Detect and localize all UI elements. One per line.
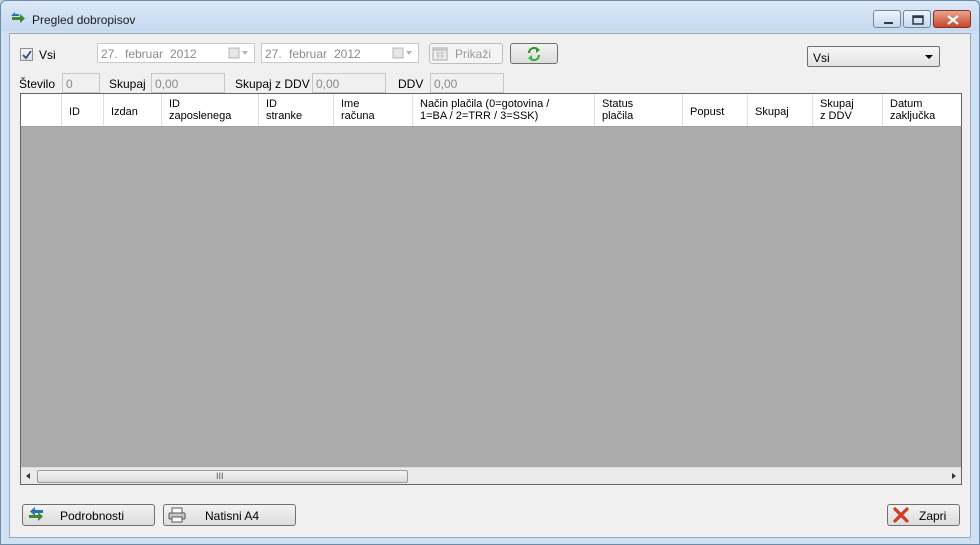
horizontal-scrollbar[interactable]: III (21, 467, 961, 484)
print-a4-button[interactable]: Natisni A4 (163, 504, 296, 526)
maximize-button[interactable] (903, 10, 931, 28)
total-vat-field: 0,00 (312, 73, 386, 93)
close-icon (947, 15, 959, 25)
details-button[interactable]: Podrobnosti (22, 504, 155, 526)
date-from-picker[interactable]: 27. februar 2012 (97, 43, 255, 63)
column-header-payment-method[interactable]: Način plačila (0=gotovina / 1=BA / 2=TRR… (413, 94, 595, 126)
date-to-year: 2012 (334, 47, 361, 61)
form-client-area: Vsi 27. februar 2012 27. februar 2012 Pr… (9, 33, 971, 538)
date-from-month: februar (125, 47, 164, 61)
chevron-down-icon (925, 55, 933, 59)
column-header-label: Popust (690, 106, 725, 118)
column-header-label: Skupaj (755, 106, 789, 118)
date-from-day: 27. (101, 47, 118, 61)
column-header-label: ID (69, 106, 80, 118)
column-header-label: Skupaj z DDV (820, 98, 854, 122)
print-a4-button-label: Natisni A4 (205, 509, 260, 523)
count-label: Število (19, 77, 56, 91)
column-header-label: Status plačila (602, 98, 634, 122)
column-header-id[interactable]: ID (62, 94, 104, 126)
scroll-left-icon[interactable] (26, 473, 30, 479)
column-header-invoice-name[interactable]: Ime računa (334, 94, 413, 126)
column-header-label: ID stranke (266, 98, 303, 122)
row-header-corner (21, 94, 62, 126)
transfer-arrows-icon (29, 507, 43, 521)
total-vat-value: 0,00 (316, 77, 340, 91)
minimize-button[interactable] (873, 10, 901, 28)
credit-notes-grid[interactable]: ID Izdan ID zaposlenega ID stranke Ime r… (20, 93, 962, 485)
date-to-month: februar (289, 47, 328, 61)
scrollbar-thumb[interactable]: III (37, 470, 408, 483)
calendar-dropdown-icon (392, 47, 412, 59)
filter-dropdown[interactable]: Vsi (807, 46, 940, 67)
column-header-label: Način plačila (0=gotovina / 1=BA / 2=TRR… (420, 98, 550, 122)
date-to-day: 27. (265, 47, 282, 61)
column-header-label: Datum zaključka (890, 98, 936, 122)
total-vat-label: Skupaj z DDV (235, 77, 310, 91)
transfer-arrows-icon (11, 12, 25, 23)
column-header-total[interactable]: Skupaj (748, 94, 813, 126)
minimize-icon (884, 22, 893, 24)
title-bar[interactable]: Pregled dobropisov (1, 1, 979, 31)
calendar-icon (432, 47, 448, 61)
grid-header: ID Izdan ID zaposlenega ID stranke Ime r… (21, 94, 961, 127)
column-header-label: Ime računa (341, 98, 375, 122)
red-x-icon (893, 507, 909, 523)
date-to-picker[interactable]: 27. februar 2012 (261, 43, 419, 63)
column-header-discount[interactable]: Popust (683, 94, 748, 126)
show-button-label: Prikaži (455, 47, 492, 61)
date-from-year: 2012 (170, 47, 197, 61)
scrollbar-grip: III (216, 471, 224, 481)
window-title: Pregled dobropisov (32, 13, 136, 27)
close-window-button[interactable] (933, 10, 971, 28)
count-field: 0 (62, 73, 100, 93)
scroll-right-icon[interactable] (952, 473, 956, 479)
column-header-customer-id[interactable]: ID stranke (259, 94, 334, 126)
close-button-label: Zapri (919, 509, 947, 523)
all-checkbox-label: Vsi (39, 48, 56, 62)
total-label: Skupaj (109, 77, 146, 91)
count-value: 0 (66, 77, 73, 91)
show-button[interactable]: Prikaži (429, 43, 503, 64)
maximize-icon (912, 15, 924, 25)
filter-dropdown-value: Vsi (813, 51, 830, 65)
total-value: 0,00 (155, 77, 179, 91)
vat-label: DDV (398, 77, 424, 91)
vat-value: 0,00 (434, 77, 458, 91)
refresh-button[interactable] (510, 43, 558, 64)
column-header-total-vat[interactable]: Skupaj z DDV (813, 94, 883, 126)
total-field: 0,00 (151, 73, 225, 93)
column-header-close-date[interactable]: Datum zaključka (883, 94, 961, 126)
column-header-employee-id[interactable]: ID zaposlenega (162, 94, 259, 126)
calendar-dropdown-icon (228, 47, 248, 59)
refresh-icon (527, 46, 541, 62)
printer-icon (168, 507, 186, 523)
column-header-issued[interactable]: Izdan (104, 94, 162, 126)
close-button[interactable]: Zapri (887, 504, 960, 526)
all-checkbox[interactable] (20, 48, 33, 61)
details-button-label: Podrobnosti (60, 509, 125, 523)
check-icon (22, 50, 32, 60)
column-header-label: ID zaposlenega (169, 98, 232, 122)
app-window: Pregled dobropisov Vsi 27. februar 2012 … (0, 0, 980, 545)
column-header-payment-status[interactable]: Status plačila (595, 94, 683, 126)
vat-field: 0,00 (430, 73, 504, 93)
column-header-label: Izdan (111, 106, 138, 118)
